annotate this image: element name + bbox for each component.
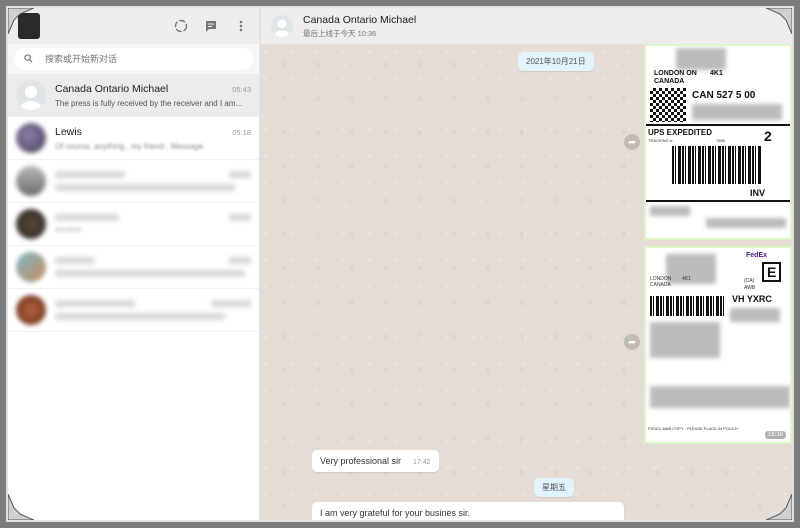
message-text: I am very grateful for your busines sir.	[320, 508, 471, 518]
message-list[interactable]: 2021年10月21日 ➦ LONDON ON 4K1 CANADA CAN 5…	[260, 44, 792, 520]
chat-name: Lewis	[55, 125, 82, 138]
search-bar	[8, 44, 259, 74]
conversation-header[interactable]: Canada Ontario Michael 最后上线于今天 10:36	[260, 8, 792, 44]
frame-corner	[765, 493, 792, 520]
frame-corner	[8, 8, 35, 35]
search-icon	[24, 50, 33, 68]
frame-corner	[765, 8, 792, 35]
status-icon[interactable]	[173, 18, 189, 34]
contact-avatar[interactable]	[271, 15, 293, 37]
label-tracking-tail: 7859	[716, 138, 725, 143]
shipping-label-image: LONDON ON 4K1 CANADA CAN 527 5 00 UPS EX…	[646, 46, 790, 238]
shipping-label-image: FedEx E LONDON 4K1 CANADA (CA) AWB VH YX…	[646, 248, 790, 442]
contact-name: Canada Ontario Michael	[303, 13, 417, 26]
message-time: 17:42	[413, 459, 431, 466]
label-city: LONDON ON	[654, 70, 697, 77]
chat-preview: another	[55, 225, 83, 234]
frame-corner	[8, 493, 35, 520]
label-postal: 4K1	[710, 70, 723, 77]
label-country: CANADA	[650, 282, 671, 288]
barcode	[650, 296, 726, 316]
label-code: VH YXRC	[732, 294, 772, 304]
avatar	[16, 123, 46, 153]
label-postal: 4K1	[682, 276, 691, 282]
chat-preview: The press is fully received by the recei…	[55, 98, 243, 108]
qr-code	[650, 88, 686, 122]
date-divider: 星期五	[534, 478, 574, 497]
label-weight: CAN 527 5 00	[692, 90, 756, 101]
search-input[interactable]	[45, 54, 215, 64]
label-tracking: TRACKING #:	[648, 138, 674, 143]
chat-item[interactable]: Lewis 05:18 Of course, anything , my fri…	[8, 117, 259, 160]
chat-item[interactable]	[8, 160, 259, 203]
label-inv: INV	[750, 188, 766, 198]
new-chat-icon[interactable]	[203, 18, 219, 34]
avatar	[16, 80, 46, 110]
image-time: 16:18	[764, 431, 786, 439]
message-bubble[interactable]: I am very grateful for your busines sir.	[312, 502, 624, 520]
avatar	[16, 252, 46, 282]
avatar	[16, 295, 46, 325]
chat-time: 05:18	[232, 127, 251, 137]
chat-name: Canada Ontario Michael	[55, 82, 169, 95]
date-divider: 2021年10月21日	[518, 52, 594, 71]
sidebar: Canada Ontario Michael 05:43 The press i…	[8, 8, 260, 520]
avatar	[16, 166, 46, 196]
forward-icon[interactable]: ➦	[624, 134, 640, 150]
label-e: E	[762, 262, 782, 282]
message-text: Very professional sir	[320, 456, 402, 466]
label-ca: (CA)	[744, 278, 755, 284]
chat-item[interactable]	[8, 289, 259, 332]
image-message[interactable]: FedEx E LONDON 4K1 CANADA (CA) AWB VH YX…	[644, 246, 792, 444]
image-message[interactable]: LONDON ON 4K1 CANADA CAN 527 5 00 UPS EX…	[644, 44, 792, 240]
chat-preview: Of course, anything , my friend . Messag…	[55, 141, 204, 151]
label-count: 2	[764, 128, 772, 144]
label-awb: AWB	[744, 285, 756, 291]
forward-icon[interactable]: ➦	[624, 334, 640, 350]
label-footer: FEDEX AWB COPY - PLEASE PLACE IN POUCH	[648, 426, 738, 431]
app-window: Canada Ontario Michael 05:43 The press i…	[8, 8, 792, 520]
avatar	[16, 209, 46, 239]
fedex-logo: FedEx	[746, 252, 768, 259]
chat-item[interactable]: another	[8, 203, 259, 246]
label-country: CANADA	[654, 78, 685, 85]
last-seen-status: 最后上线于今天 10:36	[303, 28, 377, 38]
chat-item[interactable]	[8, 246, 259, 289]
barcode	[672, 146, 762, 184]
sidebar-header	[8, 8, 259, 44]
search-box[interactable]	[14, 48, 253, 70]
menu-icon[interactable]	[233, 18, 249, 34]
chat-time: 05:43	[232, 84, 251, 94]
message-bubble[interactable]: Very professional sir 17:42	[312, 450, 439, 472]
conversation-panel: Canada Ontario Michael 最后上线于今天 10:36 202…	[260, 8, 792, 520]
chat-item[interactable]: Canada Ontario Michael 05:43 The press i…	[8, 74, 259, 117]
label-service: UPS EXPEDITED	[648, 128, 713, 137]
